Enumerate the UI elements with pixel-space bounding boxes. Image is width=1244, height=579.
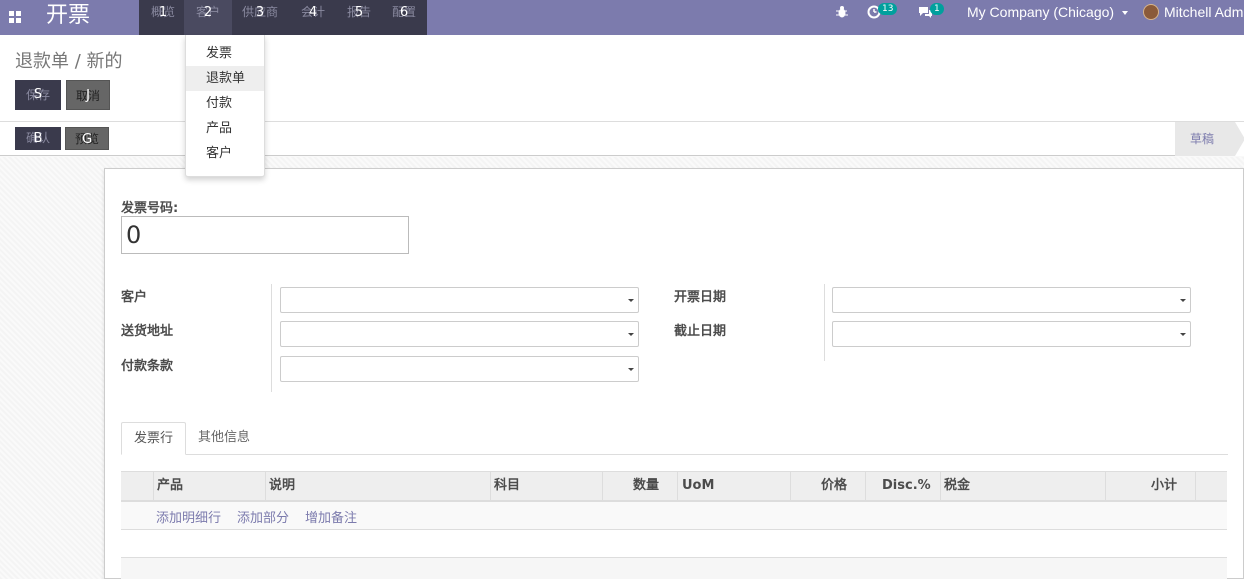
app-title: 开票 bbox=[46, 3, 91, 28]
dropdown-item-customers[interactable]: 客户 bbox=[186, 141, 264, 166]
discard-button[interactable]: 取消 J bbox=[66, 80, 110, 110]
message-count-badge: 1 bbox=[930, 3, 944, 15]
invoice-date-label: 开票日期 bbox=[674, 290, 727, 305]
col-discount[interactable]: Disc.% bbox=[882, 472, 931, 501]
invoice-lines-header: 产品 说明 科目 数量 UoM 价格 Disc.% 税金 小计 bbox=[121, 471, 1227, 502]
col-taxes[interactable]: 税金 bbox=[944, 472, 970, 501]
menu-reporting[interactable]: 报告 5 bbox=[335, 0, 383, 35]
dropdown-item-products[interactable]: 产品 bbox=[186, 116, 264, 141]
field-divider bbox=[271, 284, 272, 392]
menu-configuration[interactable]: 配置 6 bbox=[380, 0, 428, 35]
payment-terms-select[interactable] bbox=[280, 356, 639, 382]
activity-count-badge: 13 bbox=[878, 3, 898, 15]
col-uom[interactable]: UoM bbox=[682, 472, 714, 501]
column-separator bbox=[265, 472, 266, 501]
add-note-link[interactable]: 增加备注 bbox=[305, 507, 357, 526]
col-product[interactable]: 产品 bbox=[157, 472, 183, 501]
column-separator bbox=[1105, 472, 1106, 501]
table-row bbox=[121, 530, 1227, 558]
invoice-number-field[interactable]: 0 bbox=[121, 216, 409, 254]
column-separator bbox=[490, 472, 491, 501]
column-separator bbox=[790, 472, 791, 501]
breadcrumb: 退款单 / 新的 bbox=[15, 51, 123, 72]
col-description[interactable]: 说明 bbox=[269, 472, 295, 501]
menu-vendors[interactable]: 供应商 3 bbox=[236, 0, 284, 35]
menu-overview[interactable]: 概览 1 bbox=[139, 0, 187, 35]
menu-accounting[interactable]: 会计 4 bbox=[289, 0, 337, 35]
user-menu[interactable]: Mitchell Admin bbox=[1164, 4, 1244, 20]
invoice-number-label: 发票号码: bbox=[121, 201, 179, 216]
bug-icon[interactable] bbox=[835, 5, 849, 19]
form-sheet: 发票号码: 0 客户 送货地址 付款条款 开票日期 截止日期 发票行 其他信息 … bbox=[104, 168, 1244, 579]
col-price[interactable]: 价格 bbox=[821, 472, 847, 501]
delivery-address-select[interactable] bbox=[280, 321, 639, 347]
due-date-label: 截止日期 bbox=[674, 324, 727, 339]
column-separator bbox=[940, 472, 941, 501]
chevron-down-icon bbox=[1122, 11, 1129, 16]
col-quantity[interactable]: 数量 bbox=[633, 472, 659, 501]
preview-button[interactable]: 预览 G bbox=[65, 127, 109, 150]
menu-customers[interactable]: 客户 2 bbox=[184, 0, 232, 35]
due-date-select[interactable] bbox=[832, 321, 1191, 347]
add-section-link[interactable]: 添加部分 bbox=[237, 507, 289, 526]
apps-grid-icon[interactable] bbox=[9, 11, 21, 23]
column-separator bbox=[865, 472, 866, 501]
dropdown-item-invoices[interactable]: 发票 bbox=[186, 41, 264, 66]
add-line-row: 添加明细行 添加部分 增加备注 bbox=[121, 502, 1227, 530]
avatar[interactable] bbox=[1143, 4, 1159, 20]
tab-invoice-lines[interactable]: 发票行 bbox=[121, 422, 187, 455]
field-divider bbox=[824, 284, 825, 361]
invoice-date-select[interactable] bbox=[832, 287, 1191, 313]
add-line-link[interactable]: 添加明细行 bbox=[156, 507, 221, 526]
company-switcher[interactable]: My Company (Chicago) bbox=[967, 4, 1129, 20]
dropdown-item-payments[interactable]: 付款 bbox=[186, 91, 264, 116]
customers-dropdown-menu: 发票 退款单 付款 产品 客户 bbox=[185, 35, 265, 177]
save-button[interactable]: 保存 S bbox=[15, 80, 61, 110]
col-account[interactable]: 科目 bbox=[494, 472, 520, 501]
validate-button[interactable]: 确认 B bbox=[15, 127, 61, 150]
tab-other-info[interactable]: 其他信息 bbox=[186, 422, 262, 455]
company-name: My Company (Chicago) bbox=[967, 4, 1115, 20]
delivery-address-label: 送货地址 bbox=[121, 324, 174, 339]
column-separator bbox=[153, 472, 154, 501]
status-draft[interactable]: 草稿 bbox=[1175, 122, 1244, 156]
column-separator bbox=[602, 472, 603, 501]
table-footer bbox=[121, 558, 1227, 579]
main-menu: 概览 1 客户 2 供应商 3 会计 4 报告 5 配置 6 bbox=[139, 0, 427, 35]
column-separator bbox=[677, 472, 678, 501]
customer-label: 客户 bbox=[121, 290, 148, 305]
dropdown-item-refunds[interactable]: 退款单 bbox=[186, 66, 264, 91]
column-separator bbox=[1195, 472, 1196, 501]
payment-terms-label: 付款条款 bbox=[121, 359, 174, 374]
top-navbar: 开票 概览 1 客户 2 供应商 3 会计 4 报告 5 配置 6 13 1 M… bbox=[0, 0, 1244, 35]
customer-select[interactable] bbox=[280, 287, 639, 313]
col-subtotal[interactable]: 小计 bbox=[1151, 472, 1177, 501]
form-tabs: 发票行 其他信息 bbox=[121, 422, 1228, 455]
